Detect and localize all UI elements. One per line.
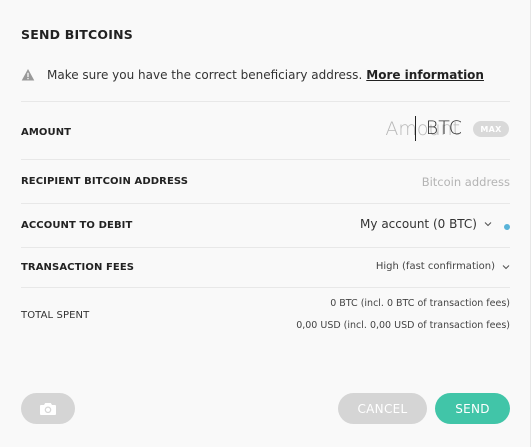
max-button[interactable]: MAX bbox=[473, 121, 509, 137]
account-select[interactable]: My account (0 BTC) bbox=[360, 217, 492, 231]
send-bitcoins-dialog: SEND BITCOINS Make sure you have the cor… bbox=[0, 0, 531, 447]
chevron-down-icon bbox=[502, 264, 510, 269]
more-information-link[interactable]: More information bbox=[366, 68, 484, 82]
total-usd-value: 0,00 USD (incl. 0,00 USD of transaction … bbox=[296, 320, 510, 331]
warning-triangle-icon bbox=[21, 69, 35, 81]
camera-button[interactable] bbox=[21, 393, 75, 424]
amount-row: AMOUNT BTC MAX bbox=[21, 101, 510, 160]
recipient-row: RECIPIENT BITCOIN ADDRESS bbox=[21, 159, 510, 204]
warning-banner: Make sure you have the correct beneficia… bbox=[21, 66, 484, 84]
send-button[interactable]: SEND bbox=[435, 393, 510, 424]
account-label: ACCOUNT TO DEBIT bbox=[21, 220, 133, 231]
account-status-dot bbox=[504, 224, 510, 230]
warning-text: Make sure you have the correct beneficia… bbox=[47, 68, 363, 82]
fees-selected-value: High (fast confirmation) bbox=[375, 261, 495, 272]
account-row: ACCOUNT TO DEBIT My account (0 BTC) bbox=[21, 203, 510, 248]
recipient-label: RECIPIENT BITCOIN ADDRESS bbox=[21, 176, 189, 187]
total-row: TOTAL SPENT 0 BTC (incl. 0 BTC of transa… bbox=[21, 287, 510, 342]
fees-label: TRANSACTION FEES bbox=[21, 262, 135, 273]
dialog-title: SEND BITCOINS bbox=[21, 27, 133, 42]
amount-label: AMOUNT bbox=[21, 127, 72, 138]
chevron-down-icon bbox=[484, 222, 492, 227]
text-caret bbox=[415, 116, 416, 141]
total-btc-value: 0 BTC (incl. 0 BTC of transaction fees) bbox=[330, 298, 510, 309]
fees-select[interactable]: High (fast confirmation) bbox=[376, 261, 510, 272]
account-selected-value: My account (0 BTC) bbox=[360, 217, 477, 231]
amount-unit: BTC bbox=[425, 117, 462, 139]
bitcoin-address-input[interactable] bbox=[310, 173, 510, 191]
camera-icon bbox=[40, 403, 56, 415]
fees-row: TRANSACTION FEES High (fast confirmation… bbox=[21, 247, 510, 288]
cancel-button[interactable]: CANCEL bbox=[338, 393, 427, 424]
total-label: TOTAL SPENT bbox=[21, 310, 90, 321]
